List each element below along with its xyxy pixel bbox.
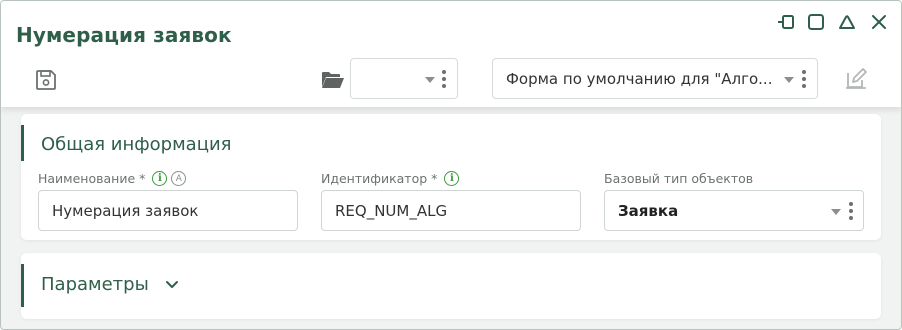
- chevron-down-icon: [425, 77, 435, 83]
- section-title: Общая информация: [41, 134, 232, 155]
- maximize-icon[interactable]: [804, 10, 828, 34]
- pin-icon[interactable]: [774, 10, 798, 34]
- save-icon: [36, 70, 56, 90]
- parameters-title: Параметры: [41, 274, 149, 295]
- parameters-section[interactable]: Параметры: [21, 253, 881, 319]
- kebab-menu-icon[interactable]: [802, 70, 806, 88]
- kebab-menu-icon[interactable]: [849, 202, 853, 220]
- form-select[interactable]: Форма по умолчанию для "Алго...: [492, 58, 818, 99]
- edit-icon: [846, 68, 867, 89]
- chevron-down-icon: [831, 209, 841, 215]
- name-input[interactable]: Нумерация заявок: [38, 190, 298, 231]
- chevron-down-icon: [165, 281, 178, 288]
- form-select-value: Форма по умолчанию для "Алго...: [506, 70, 773, 88]
- general-info-section: Общая информация Наименование * i A Нуме…: [21, 114, 881, 240]
- base-type-select[interactable]: Заявка: [604, 190, 864, 231]
- section-accent-bar: [21, 125, 24, 161]
- dialog-window: Нумерация заявок Форма по умолчанию для …: [0, 0, 902, 330]
- info-icon[interactable]: i: [444, 171, 460, 186]
- info-icon[interactable]: i: [152, 171, 168, 186]
- dialog-header: Нумерация заявок Форма по умолчанию для …: [1, 1, 901, 107]
- close-icon[interactable]: [867, 10, 891, 34]
- id-input[interactable]: REQ_NUM_ALG: [321, 190, 581, 231]
- id-input-value: REQ_NUM_ALG: [335, 202, 448, 220]
- base-type-label: Базовый тип объектов: [604, 171, 754, 186]
- name-field-label: Наименование * i A: [38, 171, 187, 186]
- parameters-toggle[interactable]: Параметры: [41, 274, 179, 295]
- collapse-icon[interactable]: [835, 10, 859, 34]
- folder-open-icon: [322, 72, 344, 88]
- kebab-menu-icon[interactable]: [442, 70, 446, 88]
- dialog-title: Нумерация заявок: [16, 23, 232, 47]
- id-field-label: Идентификатор * i: [321, 171, 460, 186]
- save-button[interactable]: [32, 66, 60, 94]
- section-accent-bar: [21, 264, 24, 307]
- base-type-value: Заявка: [618, 202, 679, 220]
- view-select[interactable]: [350, 58, 458, 99]
- name-label-text: Наименование *: [38, 171, 146, 186]
- name-input-value: Нумерация заявок: [52, 202, 199, 220]
- id-label-text: Идентификатор *: [321, 171, 438, 186]
- auto-icon[interactable]: A: [171, 171, 187, 186]
- chevron-down-icon: [784, 77, 794, 83]
- edit-form-button[interactable]: [842, 65, 870, 93]
- open-folder-button[interactable]: [319, 66, 347, 94]
